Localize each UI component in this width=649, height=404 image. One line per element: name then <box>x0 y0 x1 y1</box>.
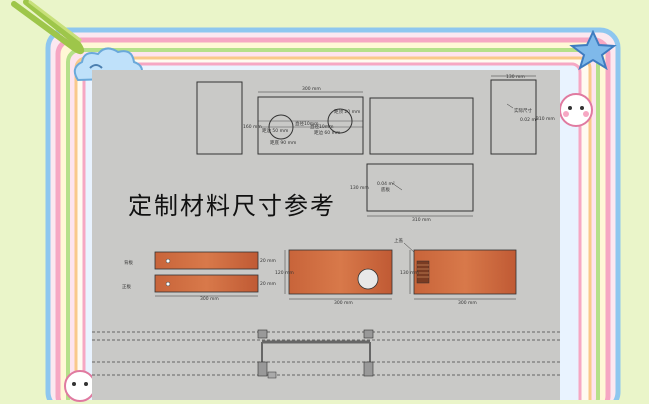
wood-board-lower-label: 正板 <box>122 283 131 290</box>
panel-bottom-height: 130 mm <box>350 185 369 191</box>
hardware-assembly <box>257 329 374 379</box>
wood-board-upper-dim: 20 mm <box>260 258 276 264</box>
panel-top: 300 mm 160 mm 直径10mm 直径10mm 距边 50 mm 距边 … <box>243 86 364 155</box>
panel-side: 130 mm 310 mm 实际尺寸 0.02 m² <box>490 74 555 155</box>
wood-right-top: 上盖 <box>394 237 403 244</box>
panel-bottom-note: 底板 <box>381 186 390 193</box>
wood-board-lower <box>154 274 259 293</box>
hole-right-top: 距顶 20 mm <box>334 109 360 115</box>
wood-board-lower-dim: 20 mm <box>260 281 276 287</box>
hole-bottom-note: 距底 90 mm <box>270 139 296 146</box>
wood-right-height: 130 mm <box>400 270 419 276</box>
wood-right-width: 300 mm <box>458 300 477 306</box>
panel-bottom-width: 310 mm <box>412 217 431 223</box>
panel-side-note: 实际尺寸 <box>514 107 532 114</box>
panel-side-area: 0.02 m² <box>520 117 538 123</box>
panel-bottom: 310 mm 130 mm 0.04 m² 底板 <box>350 163 474 223</box>
page-title: 定制材料尺寸参考 <box>128 192 336 220</box>
wood-board-upper-label: 背板 <box>124 259 133 266</box>
wood-front-height: 120 mm <box>275 270 294 276</box>
panel-bottom-area: 0.04 m² <box>377 181 395 187</box>
panel-top-width: 300 mm <box>302 86 321 92</box>
wood-front-width: 300 mm <box>334 300 353 306</box>
panel-small-left <box>196 81 243 155</box>
panel-side-height: 310 mm <box>536 116 555 122</box>
wood-board-width: 300 mm <box>200 296 219 302</box>
wood-right: 上盖 130 mm 300 mm <box>394 237 517 306</box>
panel-side-width: 130 mm <box>506 74 525 80</box>
hole-left-offset: 距边 50 mm <box>262 127 288 134</box>
wood-front: 120 mm 300 mm <box>275 249 393 306</box>
hole-right-label: 直径10mm <box>310 123 334 130</box>
wood-boards: 背板 正板 20 mm 20 mm 300 mm <box>122 251 276 302</box>
panel-plain <box>369 97 474 155</box>
canvas: 300 mm 160 mm 直径10mm 直径10mm 距边 50 mm 距边 … <box>0 0 649 402</box>
guide-lines <box>92 331 560 376</box>
hole-right-offset: 距边 60 mm <box>314 129 340 136</box>
wood-board-upper <box>154 251 259 270</box>
